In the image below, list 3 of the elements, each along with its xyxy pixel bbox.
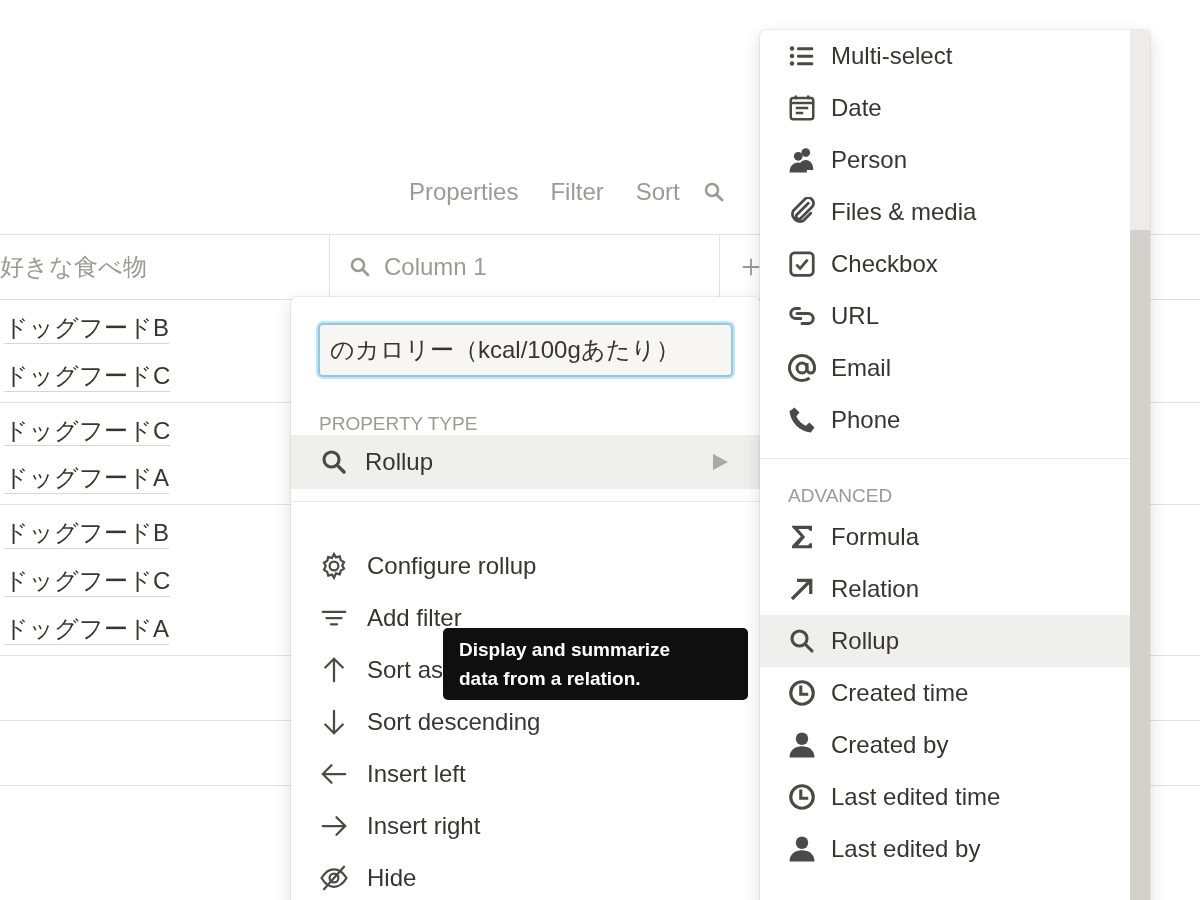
tooltip: Display and summarize data from a relation. xyxy=(443,628,748,700)
section-heading: ADVANCED xyxy=(787,484,894,508)
section-heading: PROPERTY TYPE xyxy=(318,412,479,432)
